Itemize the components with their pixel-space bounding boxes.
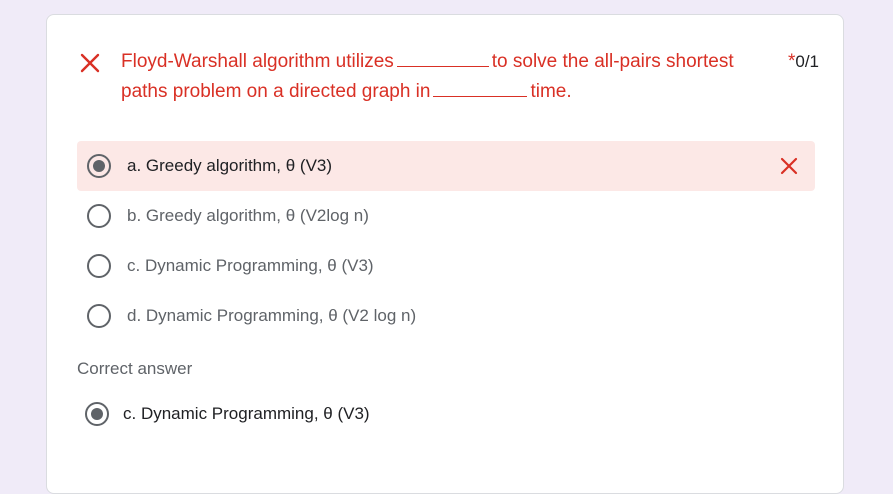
radio-button-c[interactable] bbox=[87, 254, 111, 278]
option-label: d. Dynamic Programming, θ (V2 log n) bbox=[127, 306, 417, 325]
correct-answer-title: Correct answer bbox=[77, 359, 193, 378]
score-value: 0/1 bbox=[795, 52, 819, 71]
option-d[interactable]: d. Dynamic Programming, θ (V2 log n) bbox=[77, 291, 815, 341]
radio-button-d[interactable] bbox=[87, 304, 111, 328]
close-icon bbox=[80, 53, 100, 73]
radio-button-a[interactable] bbox=[87, 154, 111, 178]
question-text-part3: time. bbox=[530, 81, 572, 102]
correct-answer-option: c. Dynamic Programming, θ (V3) bbox=[77, 389, 815, 439]
option-b[interactable]: b. Greedy algorithm, θ (V2log n) bbox=[77, 191, 815, 241]
option-a[interactable]: a. Greedy algorithm, θ (V3) bbox=[77, 141, 815, 191]
correct-answer-radio bbox=[85, 402, 109, 426]
option-label: b. Greedy algorithm, θ (V2log n) bbox=[127, 206, 369, 225]
option-label: a. Greedy algorithm, θ (V3) bbox=[127, 156, 333, 175]
question-card: Floyd-Warshall algorithm utilizes to solv… bbox=[46, 14, 844, 494]
incorrect-icon bbox=[780, 157, 798, 175]
question-blank-2 bbox=[433, 77, 528, 97]
option-c[interactable]: c. Dynamic Programming, θ (V3) bbox=[77, 241, 815, 291]
question-text-part1: Floyd-Warshall algorithm utilizes bbox=[121, 51, 394, 72]
option-label: c. Dynamic Programming, θ (V3) bbox=[127, 256, 374, 275]
correct-answer-label: c. Dynamic Programming, θ (V3) bbox=[123, 404, 370, 423]
question-score: *0/1 bbox=[788, 47, 819, 77]
question-text: Floyd-Warshall algorithm utilizes to solv… bbox=[121, 47, 771, 107]
question-blank-1 bbox=[396, 47, 489, 67]
radio-button-b[interactable] bbox=[87, 204, 111, 228]
